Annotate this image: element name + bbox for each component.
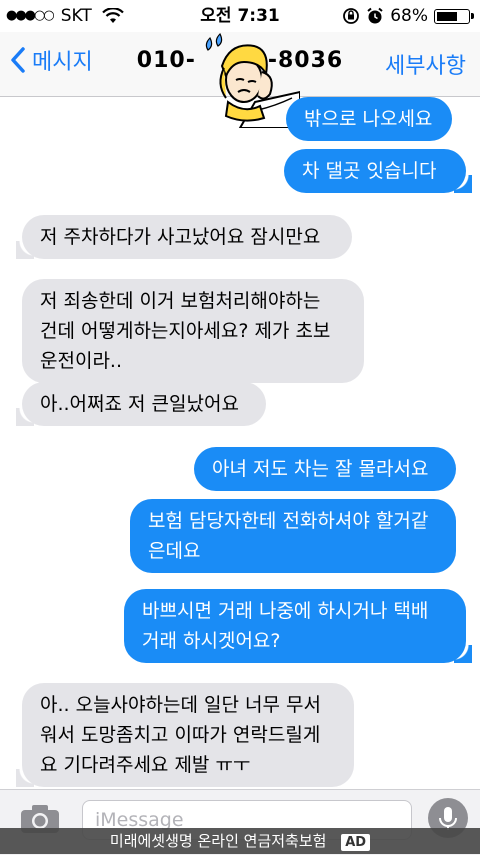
status-bar: ●●●○○ SKT 오전 7:31 68% <box>0 0 480 32</box>
message-bubble-received[interactable]: 아.. 오늘사야하는데 일단 너무 무서 워서 도망좀치고 이따가 연락드릴게 … <box>16 683 354 787</box>
battery-fill <box>437 11 457 21</box>
message-bubble-received[interactable]: 아..어쩌죠 저 큰일났어요 <box>16 382 266 426</box>
ad-banner[interactable]: 미래에셋생명 온라인 연금저축보험 AD <box>0 828 480 854</box>
carrier-name: SKT <box>60 6 92 26</box>
battery-icon <box>434 8 474 24</box>
wifi-icon <box>101 8 124 23</box>
phone-number-start: 010- <box>136 48 196 73</box>
ad-text: 미래에셋생명 온라인 연금저축보험 <box>109 832 327 850</box>
battery-percent: 68% <box>390 6 428 26</box>
message-bubble-received[interactable]: 저 죄송한데 이거 보험처리해야하는 건데 어떻게하는지아세요? 제가 초보 운… <box>22 279 364 383</box>
navigation-bar: 메시지 010- -8036 세부사항 <box>0 32 480 128</box>
ad-badge: AD <box>341 834 371 851</box>
status-right: 68% <box>342 0 474 32</box>
details-button[interactable]: 세부사항 <box>385 48 466 80</box>
message-bubble-received[interactable]: 저 주차하다가 사고났어요 잠시만요 <box>16 215 352 259</box>
message-bubble-sent[interactable]: 밖으로 나오세요 <box>286 97 452 141</box>
message-thread[interactable]: 밖으로 나오세요 차 댈곳 잇습니다 저 주차하다가 사고났어요 잠시만요 저 … <box>0 97 480 787</box>
message-bubble-sent[interactable]: 차 댈곳 잇습니다 <box>284 149 472 193</box>
message-bubble-sent[interactable]: 아녀 저도 차는 잘 몰라서요 <box>194 447 456 491</box>
message-bubble-sent[interactable]: 바쁘시면 거래 나중에 하시거나 택배 거래 하시겟어요? <box>124 589 472 663</box>
status-left: ●●●○○ SKT <box>6 0 124 32</box>
message-bubble-sent[interactable]: 보험 담당자한테 전화하셔야 할거같 은데요 <box>130 499 456 573</box>
rotation-lock-icon <box>343 8 360 24</box>
signal-strength-icon: ●●●○○ <box>6 8 55 23</box>
alarm-clock-icon <box>367 7 383 24</box>
